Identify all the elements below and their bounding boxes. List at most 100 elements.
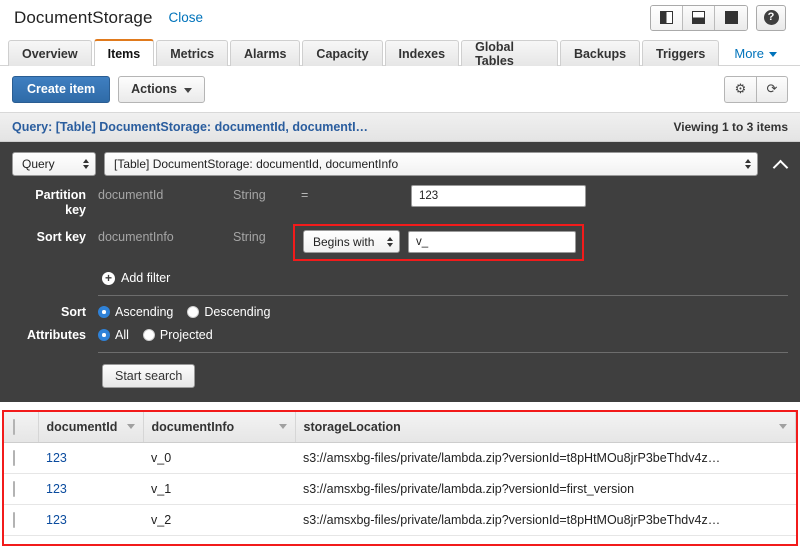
row-checkbox[interactable] <box>13 449 15 466</box>
row-checkbox[interactable] <box>13 480 15 497</box>
start-search-button[interactable]: Start search <box>102 364 196 388</box>
stepper-icon <box>745 159 751 169</box>
radio-icon <box>142 329 155 341</box>
tab-global-tables[interactable]: Global Tables <box>461 39 558 68</box>
tab-label: More <box>734 45 764 61</box>
index-value: [Table] DocumentStorage: documentId, doc… <box>114 157 399 171</box>
sort-key-type: String <box>233 230 266 244</box>
column-header-label: documentInfo <box>151 419 235 434</box>
actions-button[interactable]: Actions <box>118 75 205 103</box>
table-row[interactable]: 123 v_1 s3://amsxbg-files/private/lambda… <box>4 473 796 505</box>
start-search-label: Start search <box>115 369 183 383</box>
table-bottom-spacer <box>4 536 796 544</box>
column-header-storagelocation[interactable]: storageLocation <box>295 412 796 443</box>
attributes-projected-radio[interactable]: Projected <box>142 328 213 342</box>
query-builder-top-row: Query [Table] DocumentStorage: documentI… <box>12 152 788 176</box>
stepper-icon <box>387 236 393 247</box>
cell-documentinfo: v_1 <box>143 473 295 505</box>
tab-label: Metrics <box>170 46 215 61</box>
tab-items[interactable]: Items <box>93 39 155 66</box>
cell-documentid[interactable]: 123 <box>38 504 143 536</box>
table-row[interactable]: 123 v_0 s3://amsxbg-files/private/lambda… <box>4 442 796 474</box>
cell-storagelocation: s3://amsxbg-files/private/lambda.zip?ver… <box>295 473 796 505</box>
tab-bar: Overview Items Metrics Alarms Capacity I… <box>0 35 800 68</box>
tab-overview[interactable]: Overview <box>8 40 92 66</box>
plus-icon: + <box>102 271 115 285</box>
sort-key-condition-highlight: Begins with v_ <box>293 224 584 261</box>
query-builder-panel: Query [Table] DocumentStorage: documentI… <box>0 142 800 402</box>
select-all-checkbox[interactable] <box>13 418 15 435</box>
sort-descending-label: Descending <box>204 305 271 319</box>
tab-label: Backups <box>573 46 627 61</box>
tab-backups[interactable]: Backups <box>559 40 641 66</box>
sort-descending-radio[interactable]: Descending <box>187 305 270 319</box>
operation-select[interactable]: Query <box>12 152 96 176</box>
partition-key-type: String <box>233 188 266 202</box>
settings-button[interactable]: ⚙ <box>724 75 756 103</box>
chevron-down-icon <box>183 87 192 93</box>
full-pane-icon[interactable] <box>715 5 747 30</box>
results-table: documentId documentInfo storageLocation <box>4 412 796 536</box>
cell-documentid[interactable]: 123 <box>38 442 143 474</box>
results-table-highlight: documentId documentInfo storageLocation <box>2 410 798 546</box>
operation-value: Query <box>22 157 55 171</box>
tab-more[interactable]: More <box>721 40 790 66</box>
select-all-header <box>4 412 39 443</box>
sort-ascending-label: Ascending <box>115 305 174 319</box>
items-toolbar: Create item Actions ⚙ ⟳ <box>0 66 800 112</box>
column-header-documentid[interactable]: documentId <box>38 412 144 443</box>
sort-key-name: documentInfo <box>98 230 174 244</box>
create-item-button[interactable]: Create item <box>12 75 111 103</box>
gear-icon: ⚙ <box>734 81 747 96</box>
create-item-label: Create item <box>27 82 96 96</box>
cell-documentid[interactable]: 123 <box>38 473 143 505</box>
tab-label: Indexes <box>398 46 446 61</box>
tab-alarms[interactable]: Alarms <box>230 40 301 66</box>
tab-label: Items <box>107 46 141 61</box>
partition-key-value-input[interactable]: 123 <box>411 185 586 207</box>
close-link[interactable]: Close <box>169 10 204 25</box>
tab-label: Global Tables <box>475 39 514 68</box>
split-horizontal-icon[interactable] <box>683 5 715 30</box>
cell-storagelocation: s3://amsxbg-files/private/lambda.zip?ver… <box>295 504 796 536</box>
tab-capacity[interactable]: Capacity <box>302 40 383 66</box>
tab-label: Alarms <box>244 46 287 61</box>
refresh-icon: ⟳ <box>766 81 778 96</box>
tab-triggers[interactable]: Triggers <box>642 40 720 66</box>
tab-metrics[interactable]: Metrics <box>156 40 229 66</box>
help-button[interactable]: ? <box>756 4 786 31</box>
table-row[interactable]: 123 v_2 s3://amsxbg-files/private/lambda… <box>4 504 796 536</box>
row-select-cell <box>4 442 38 474</box>
split-vertical-icon[interactable] <box>651 5 683 30</box>
partition-key-operator: = <box>301 188 309 202</box>
radio-icon <box>98 306 110 318</box>
sort-key-row: Sort key documentInfo String Begins with… <box>12 224 788 261</box>
question-mark-icon: ? <box>763 10 779 25</box>
partition-key-row: Partition key documentId String = 123 <box>12 185 788 218</box>
collapse-panel-chevron-up-icon[interactable] <box>774 157 788 171</box>
layout-toggle-group <box>650 4 748 31</box>
query-summary-bar: Query: [Table] DocumentStorage: document… <box>0 112 800 142</box>
sort-ascending-radio[interactable]: Ascending <box>98 305 173 319</box>
add-filter-label: Add filter <box>121 271 171 285</box>
tab-indexes[interactable]: Indexes <box>384 40 460 66</box>
sort-key-operator-select[interactable]: Begins with <box>303 230 400 253</box>
sort-key-operator-value: Begins with <box>313 234 375 249</box>
results-table-body: 123 v_0 s3://amsxbg-files/private/lambda… <box>4 442 796 536</box>
dynamodb-items-page: DocumentStorage Close ? Overview Items M <box>0 0 800 556</box>
column-header-documentinfo[interactable]: documentInfo <box>143 412 296 443</box>
column-header-label: storageLocation <box>303 419 401 434</box>
chevron-down-icon <box>126 424 135 430</box>
radio-icon <box>187 306 200 318</box>
refresh-button[interactable]: ⟳ <box>756 75 788 103</box>
toolbar-right-group: ⚙ ⟳ <box>724 75 788 103</box>
sort-key-value-input[interactable]: v_ <box>408 230 576 253</box>
cell-documentinfo: v_2 <box>143 504 295 536</box>
results-table-head: documentId documentInfo storageLocation <box>4 412 796 443</box>
add-filter-button[interactable]: + Add filter <box>102 271 170 285</box>
index-select[interactable]: [Table] DocumentStorage: documentId, doc… <box>104 152 758 176</box>
row-checkbox[interactable] <box>13 511 15 528</box>
attributes-all-radio[interactable]: All <box>98 328 129 342</box>
tab-label: Triggers <box>656 46 706 61</box>
attributes-projected-label: Projected <box>159 328 213 342</box>
